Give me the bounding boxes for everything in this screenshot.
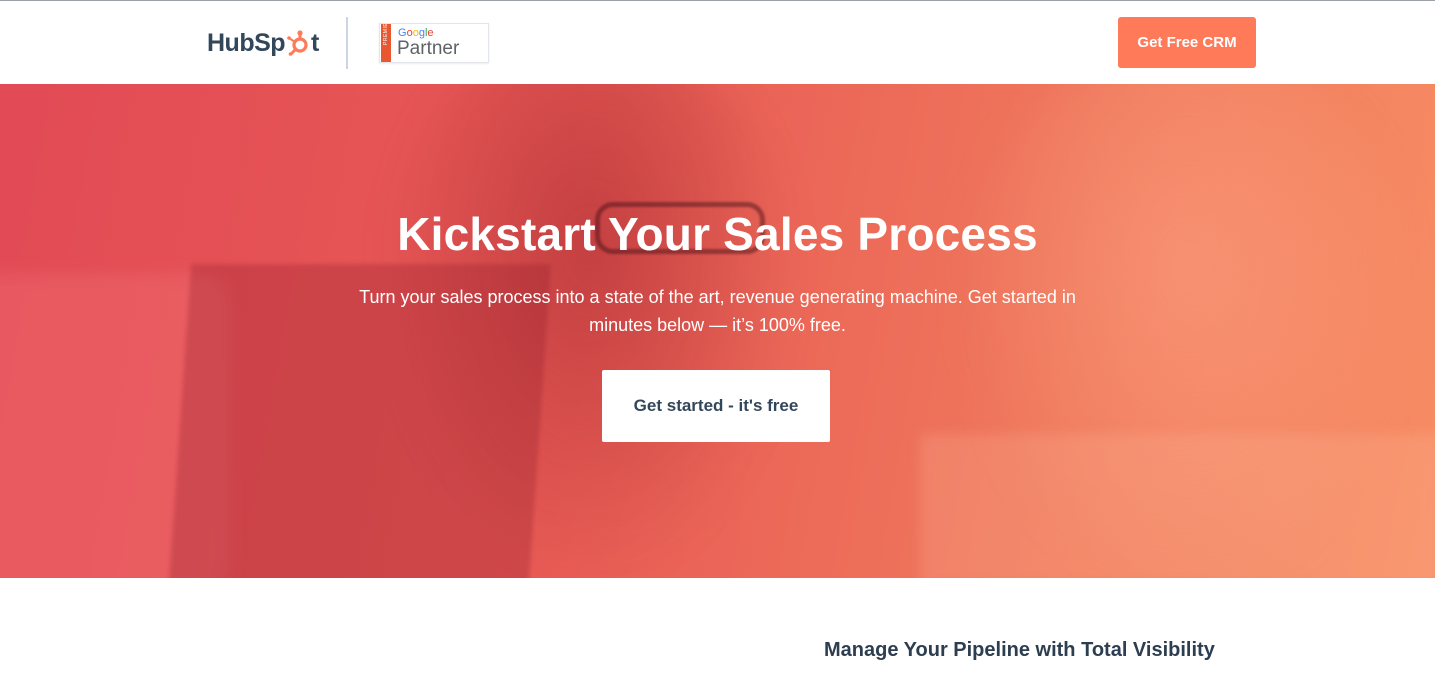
hero-section: Kickstart Your Sales Process Turn your s… [0, 84, 1435, 578]
google-partner-badge: PREMIER Google Partner [379, 18, 489, 63]
hero-title: Kickstart Your Sales Process [397, 208, 1038, 260]
get-started-button[interactable]: Get started - it's free [602, 370, 830, 442]
header-divider [346, 17, 348, 69]
logo-text-t: t [311, 28, 319, 57]
logo-text-hub: HubSp [207, 28, 286, 57]
partner-badge-premier-text: PREMIER [383, 18, 389, 45]
pipeline-section-heading: Manage Your Pipeline with Total Visibili… [824, 639, 1215, 661]
partner-word: Partner [397, 38, 460, 59]
hero-subtitle: Turn your sales process into a state of … [359, 287, 1076, 335]
hubspot-sprocket-icon [287, 30, 308, 56]
hubspot-logo[interactable]: HubSp t [207, 27, 319, 59]
site-header: HubSp t PREMIER Google Partner Get Free … [0, 1, 1435, 84]
hero-bg-desk [920, 434, 1435, 578]
get-free-crm-button[interactable]: Get Free CRM [1118, 17, 1256, 68]
